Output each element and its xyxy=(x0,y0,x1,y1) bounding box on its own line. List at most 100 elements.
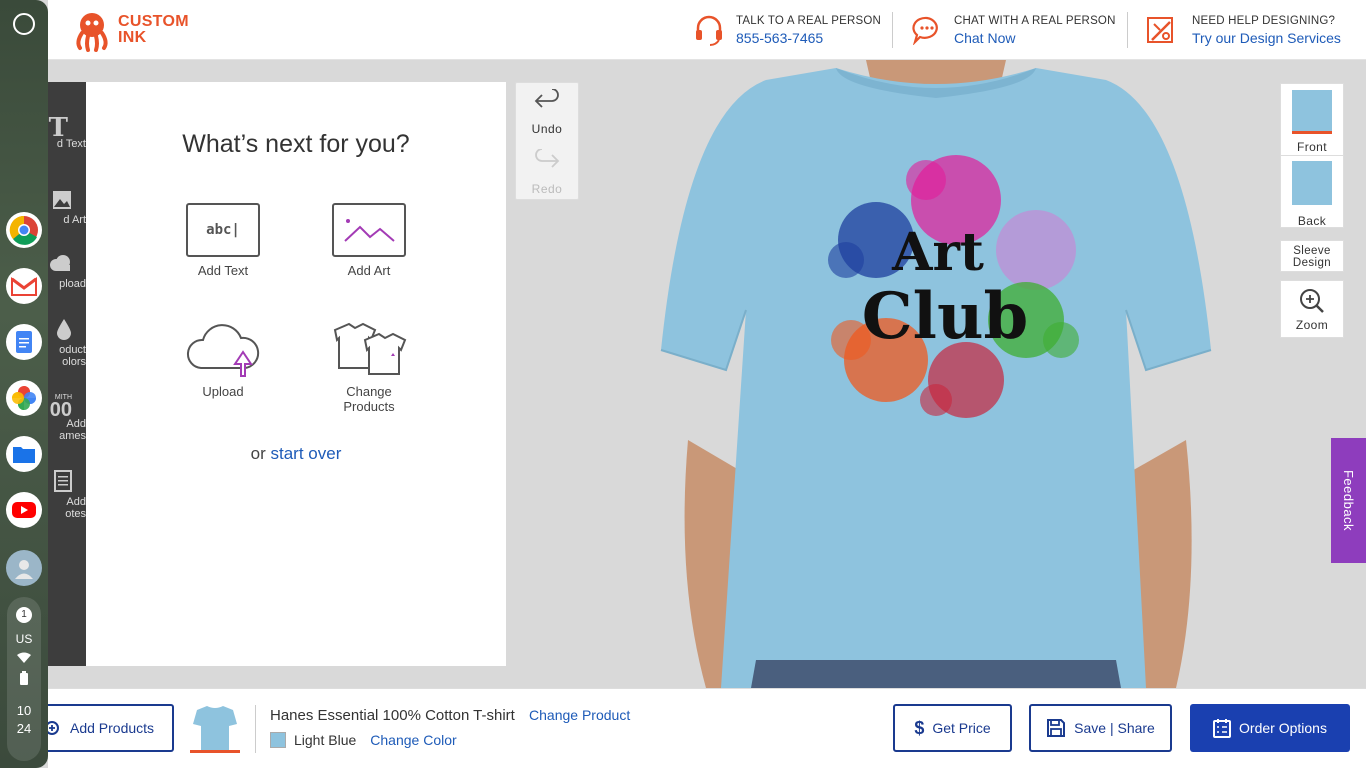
upload-tile[interactable]: Upload xyxy=(163,320,283,399)
rail-upload-label: pload xyxy=(59,278,86,290)
design-canvas[interactable]: Art Club xyxy=(506,60,1366,688)
clock-minute: 24 xyxy=(16,721,32,736)
start-over-row: or start over xyxy=(86,444,506,464)
launcher-icon[interactable] xyxy=(13,13,35,35)
order-options-label: Order Options xyxy=(1239,720,1327,736)
color-name: Light Blue xyxy=(294,732,357,748)
youtube-icon[interactable] xyxy=(6,492,42,528)
products-shirts-icon xyxy=(329,320,409,378)
add-art-tile[interactable]: Add Art xyxy=(309,203,429,278)
sleeve-label1: Sleeve xyxy=(1293,245,1331,257)
change-color-link[interactable]: Change Color xyxy=(370,732,456,748)
color-info: Light Blue Change Color xyxy=(270,732,457,748)
rail-add-art-label: d Art xyxy=(63,214,86,226)
change-products-tile[interactable]: Change Products xyxy=(309,320,429,414)
get-price-button[interactable]: $ Get Price xyxy=(893,704,1012,752)
design-services-icon xyxy=(1147,17,1173,43)
redo-icon xyxy=(535,148,560,168)
upload-label: Upload xyxy=(202,384,244,399)
front-label: Front xyxy=(1296,140,1327,154)
chat-caption: CHAT WITH A REAL PERSON xyxy=(954,14,1116,27)
change-product-link[interactable]: Change Product xyxy=(529,707,630,723)
design-help-block[interactable]: NEED HELP DESIGNING? Try our Design Serv… xyxy=(1144,0,1341,60)
add-products-label: Add Products xyxy=(70,720,155,736)
design-services-link[interactable]: Try our Design Services xyxy=(1192,30,1341,46)
rail-add-text-label: d Text xyxy=(56,138,86,150)
rail-product-colors-label2: olors xyxy=(62,356,86,368)
art-mountain-icon xyxy=(332,203,406,257)
cloud-upload-icon xyxy=(183,320,263,378)
phone-number-link[interactable]: 855-563-7465 xyxy=(736,30,881,46)
rail-add-names-label2: ames xyxy=(59,430,86,442)
dollar-icon: $ xyxy=(914,717,925,738)
tshirt-mockup: Art Club xyxy=(660,60,1212,688)
battery-icon xyxy=(7,671,41,688)
rail-add-names[interactable]: MITH 00 Add ames xyxy=(48,392,86,442)
rail-add-text[interactable]: T d Text xyxy=(48,113,86,150)
redo-button[interactable]: Redo xyxy=(516,148,578,196)
undo-label: Undo xyxy=(531,122,563,136)
files-icon[interactable] xyxy=(6,436,42,472)
product-thumbnail[interactable] xyxy=(190,703,240,753)
front-thumbnail xyxy=(1292,90,1332,134)
back-view-button[interactable]: Back xyxy=(1280,156,1344,228)
text-icon: T xyxy=(48,113,68,143)
chrome-icon[interactable] xyxy=(6,212,42,248)
save-disk-icon xyxy=(1047,719,1066,737)
call-block[interactable]: TALK TO A REAL PERSON 855-563-7465 xyxy=(694,0,881,60)
color-swatch xyxy=(270,732,286,748)
rail-add-art[interactable]: d Art xyxy=(48,190,86,226)
profile-avatar-icon[interactable] xyxy=(6,550,42,586)
logo-text-ink: INK xyxy=(118,29,147,46)
undo-button[interactable]: Undo xyxy=(516,88,578,136)
rail-product-colors-label1: oduct xyxy=(59,344,86,356)
footer-bar: Add Products Hanes Essential 100% Cotton… xyxy=(40,688,1366,768)
call-caption: TALK TO A REAL PERSON xyxy=(736,14,882,27)
image-icon xyxy=(48,190,86,210)
change-products-label2: Products xyxy=(343,399,395,414)
sleeve-design-button[interactable]: Sleeve Design xyxy=(1280,240,1344,272)
start-over-link[interactable]: start over xyxy=(271,444,342,463)
zoom-icon xyxy=(1300,289,1324,313)
abc-text-icon: abc| xyxy=(186,203,260,257)
zoom-label: Zoom xyxy=(1295,318,1329,332)
clock-hour: 10 xyxy=(16,703,32,718)
system-tray[interactable]: 1 US 10 24 xyxy=(7,597,41,761)
feedback-label: Feedback xyxy=(1341,469,1356,532)
panel-title: What’s next for you? xyxy=(182,130,410,158)
photos-icon[interactable] xyxy=(6,380,42,416)
or-text: or xyxy=(250,444,266,463)
add-text-label: Add Text xyxy=(197,263,249,278)
zoom-button[interactable]: Zoom xyxy=(1280,280,1344,338)
gmail-icon[interactable] xyxy=(6,268,42,304)
chat-bubble-icon xyxy=(912,16,938,45)
art-text-line1[interactable]: Art xyxy=(891,222,984,283)
rail-product-colors[interactable]: oduct olors xyxy=(48,318,86,368)
add-text-tile[interactable]: abc| Add Text xyxy=(163,203,283,278)
sleeve-label2: Design xyxy=(1292,257,1332,269)
wifi-icon xyxy=(7,652,41,667)
jeans xyxy=(751,660,1121,688)
redo-label: Redo xyxy=(531,182,563,196)
rail-add-notes[interactable]: Add otes xyxy=(48,470,86,520)
rail-upload[interactable]: pload xyxy=(48,254,86,290)
art-text-line2[interactable]: Club xyxy=(862,279,1029,354)
custom-ink-logo[interactable]: CUSTOM INK xyxy=(70,0,189,60)
save-share-label: Save | Share xyxy=(1074,720,1155,736)
chat-now-link[interactable]: Chat Now xyxy=(954,30,1116,46)
front-view-button[interactable]: Front xyxy=(1280,83,1344,156)
order-options-button[interactable]: Order Options xyxy=(1190,704,1350,752)
headset-icon xyxy=(696,15,722,46)
docs-icon[interactable] xyxy=(6,324,42,360)
add-products-button[interactable]: Add Products xyxy=(40,704,174,752)
product-info: Hanes Essential 100% Cotton T-shirt Chan… xyxy=(270,707,630,724)
add-products-icon xyxy=(46,721,59,735)
change-products-label1: Change xyxy=(346,384,392,399)
octopus-logo-icon xyxy=(76,13,108,52)
undo-redo-panel: Undo Redo xyxy=(515,82,579,200)
save-share-button[interactable]: Save | Share xyxy=(1029,704,1172,752)
feedback-tab[interactable]: Feedback xyxy=(1331,438,1366,563)
chat-block[interactable]: CHAT WITH A REAL PERSON Chat Now xyxy=(912,0,1116,60)
undo-icon xyxy=(534,88,559,108)
text-glyph: abc| xyxy=(206,222,240,238)
